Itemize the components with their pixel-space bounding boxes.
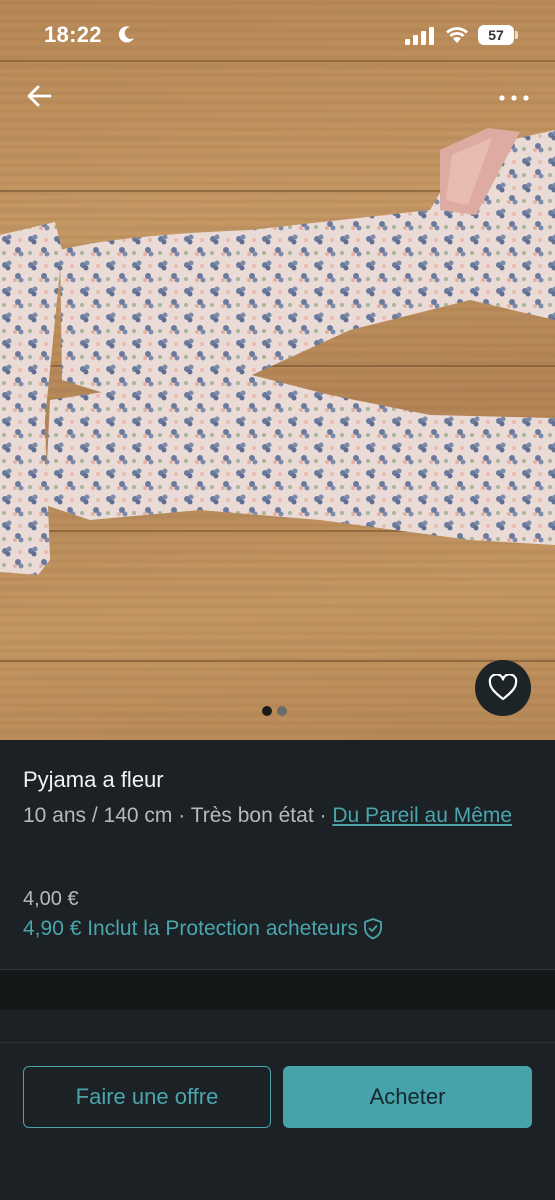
favorite-button[interactable] — [475, 660, 531, 716]
item-size-condition: 10 ans / 140 cm · Très bon état · — [23, 804, 333, 827]
wifi-icon — [446, 27, 468, 43]
battery-icon: 57 — [478, 25, 518, 45]
item-photo[interactable]: 18:22 57 — [0, 0, 555, 740]
item-subtitle: 10 ans / 140 cm · Très bon état · Du Par… — [23, 799, 533, 832]
section-spacer — [0, 1010, 555, 1042]
shield-check-icon — [364, 918, 382, 940]
carousel-dot[interactable] — [277, 706, 287, 716]
carousel-indicator — [262, 706, 287, 716]
pyjama-image — [0, 128, 555, 575]
make-offer-button[interactable]: Faire une offre — [23, 1066, 271, 1128]
status-bar: 18:22 57 — [0, 0, 555, 70]
action-bar: Faire une offre Acheter — [0, 1043, 555, 1200]
carousel-dot-active[interactable] — [262, 706, 272, 716]
item-title: Pyjama a fleur — [23, 767, 164, 792]
section-separator — [0, 970, 555, 1010]
more-horizontal-icon[interactable] — [496, 84, 532, 108]
cellular-signal-icon — [405, 27, 434, 45]
item-details: Pyjama a fleur 10 ans / 140 cm · Très bo… — [0, 740, 555, 970]
item-price: 4,00 € — [23, 888, 79, 910]
arrow-left-icon[interactable] — [24, 80, 56, 112]
total-price-text: 4,90 € Inclut la Protection acheteurs — [23, 917, 359, 940]
total-price-link[interactable]: 4,90 € Inclut la Protection acheteurs — [23, 917, 384, 941]
moon-icon — [118, 26, 134, 43]
heart-outline-icon — [488, 674, 518, 701]
status-time: 18:22 — [44, 22, 102, 47]
brand-link[interactable]: Du Pareil au Même — [332, 804, 512, 827]
buy-button[interactable]: Acheter — [283, 1066, 532, 1128]
